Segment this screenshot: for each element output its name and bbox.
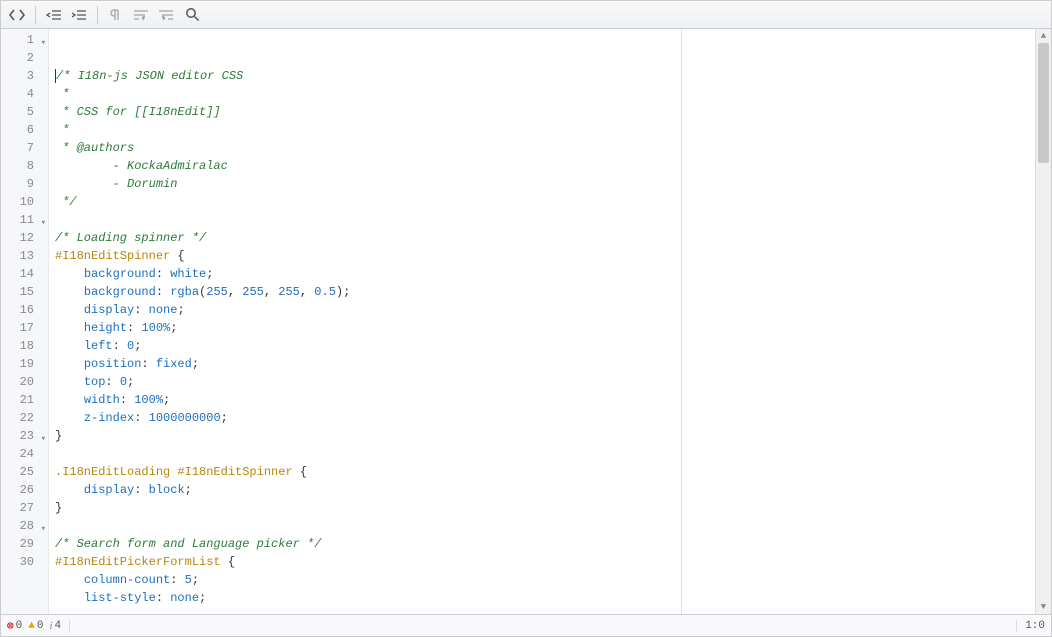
toolbar-separator [97, 6, 98, 24]
wrap-button-2[interactable] [154, 4, 178, 26]
gutter-line: 19 [1, 355, 48, 373]
search-icon [185, 7, 200, 22]
gutter-line: 13 [1, 247, 48, 265]
gutter-line: 29 [1, 535, 48, 553]
gutter-line: 24 [1, 445, 48, 463]
code-line[interactable]: * [55, 85, 1031, 103]
code-line[interactable]: column-count: 5; [55, 571, 1031, 589]
code-line[interactable]: list-style: none; [55, 589, 1031, 607]
gutter-line: 1▾ [1, 31, 48, 49]
code-line[interactable]: - Dorumin [55, 175, 1031, 193]
gutter-line: 16 [1, 301, 48, 319]
code-line[interactable]: position: fixed; [55, 355, 1031, 373]
code-line[interactable] [55, 517, 1031, 535]
gutter-line: 26 [1, 481, 48, 499]
outdent-button[interactable] [42, 4, 66, 26]
info-count: 4 [55, 620, 62, 632]
warning-count: 0 [37, 620, 44, 632]
outdent-icon [46, 8, 62, 22]
info-icon: i [49, 620, 52, 632]
gutter-line: 22 [1, 409, 48, 427]
code-line[interactable]: * [55, 121, 1031, 139]
indent-icon [71, 8, 87, 22]
gutter-line: 3 [1, 67, 48, 85]
code-line[interactable]: left: 0; [55, 337, 1031, 355]
code-line[interactable]: * @authors [55, 139, 1031, 157]
vertical-ruler [681, 29, 682, 614]
gutter-line: 6 [1, 121, 48, 139]
editor-pane[interactable]: 1▾234567891011▾121314151617181920212223▾… [1, 29, 1035, 614]
status-errors[interactable]: ⊗ 0 [7, 619, 22, 633]
toolbar [1, 1, 1051, 29]
code-line[interactable]: background: white; [55, 265, 1031, 283]
code-line[interactable]: top: 0; [55, 373, 1031, 391]
pilcrow-icon [109, 8, 123, 22]
code-line[interactable]: width: 100%; [55, 391, 1031, 409]
show-invisibles-button[interactable] [104, 4, 128, 26]
code-line[interactable]: z-index: 1000000000; [55, 409, 1031, 427]
gutter-line: 11▾ [1, 211, 48, 229]
gutter-line: 14 [1, 265, 48, 283]
gutter-line: 10 [1, 193, 48, 211]
gutter-line: 21 [1, 391, 48, 409]
scrollbar-thumb[interactable] [1038, 43, 1049, 163]
vertical-scrollbar[interactable]: ▲ ▼ [1035, 29, 1051, 614]
code-line[interactable]: /* Search form and Language picker */ [55, 535, 1031, 553]
gutter-line: 17 [1, 319, 48, 337]
code-line[interactable]: /* I18n-js JSON editor CSS [55, 67, 1031, 85]
status-info[interactable]: i 4 [49, 620, 61, 632]
error-count: 0 [16, 620, 23, 632]
gutter-line: 9 [1, 175, 48, 193]
indent-button[interactable] [67, 4, 91, 26]
code-line[interactable]: } [55, 499, 1031, 517]
code-line[interactable]: background: rgba(255, 255, 255, 0.5); [55, 283, 1031, 301]
code-line[interactable]: */ [55, 193, 1031, 211]
angle-brackets-icon [9, 8, 25, 22]
gutter-line: 5 [1, 103, 48, 121]
toggle-code-button[interactable] [5, 4, 29, 26]
warning-icon: ▲ [28, 620, 35, 632]
editor-main: 1▾234567891011▾121314151617181920212223▾… [1, 29, 1051, 614]
line-gutter: 1▾234567891011▾121314151617181920212223▾… [1, 29, 49, 614]
cursor-position: 1:0 [1016, 620, 1045, 632]
code-line[interactable]: height: 100%; [55, 319, 1031, 337]
gutter-line: 23▾ [1, 427, 48, 445]
wrap-button-1[interactable] [129, 4, 153, 26]
scroll-up-icon[interactable]: ▲ [1036, 29, 1051, 43]
gutter-line: 4 [1, 85, 48, 103]
gutter-line: 27 [1, 499, 48, 517]
code-line[interactable]: * CSS for [[I18nEdit]] [55, 103, 1031, 121]
code-line[interactable] [55, 211, 1031, 229]
gutter-line: 25 [1, 463, 48, 481]
code-line[interactable]: #I18nEditSpinner { [55, 247, 1031, 265]
scroll-down-icon[interactable]: ▼ [1036, 600, 1051, 614]
gutter-line: 8 [1, 157, 48, 175]
gutter-line: 30 [1, 553, 48, 571]
code-line[interactable]: - KockaAdmiralac [55, 157, 1031, 175]
gutter-line: 12 [1, 229, 48, 247]
error-icon: ⊗ [7, 619, 14, 633]
code-line[interactable]: } [55, 427, 1031, 445]
code-line[interactable] [55, 445, 1031, 463]
statusbar: ⊗ 0 ▲ 0 i 4 1:0 [1, 614, 1051, 636]
code-line[interactable]: .I18nEditLoading #I18nEditSpinner { [55, 463, 1031, 481]
wrap-left-icon [158, 8, 174, 22]
gutter-line: 2 [1, 49, 48, 67]
code-line[interactable]: /* Loading spinner */ [55, 229, 1031, 247]
status-warnings[interactable]: ▲ 0 [28, 620, 43, 632]
gutter-line: 20 [1, 373, 48, 391]
gutter-line: 18 [1, 337, 48, 355]
gutter-line: 28▾ [1, 517, 48, 535]
gutter-line: 15 [1, 283, 48, 301]
code-line[interactable]: #I18nEditPickerFormList { [55, 553, 1031, 571]
search-button[interactable] [180, 4, 204, 26]
code-line[interactable]: display: none; [55, 301, 1031, 319]
wrap-icon [133, 8, 149, 22]
code-line[interactable]: display: block; [55, 481, 1031, 499]
toolbar-separator [35, 6, 36, 24]
code-area[interactable]: /* I18n-js JSON editor CSS * * CSS for [… [49, 29, 1035, 614]
gutter-line: 7 [1, 139, 48, 157]
